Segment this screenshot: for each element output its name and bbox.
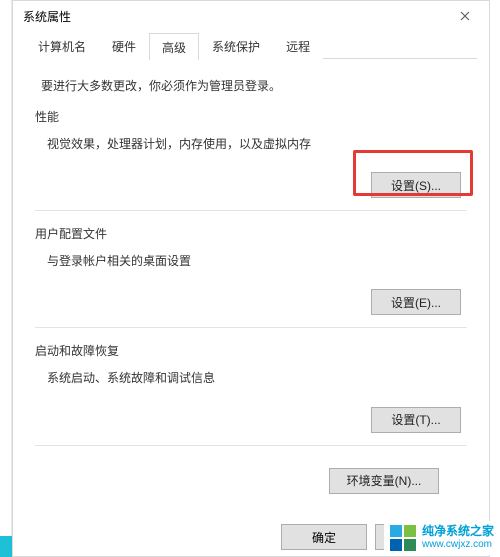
watermark-url: www.cwjxz.com	[422, 539, 494, 551]
tab-hardware[interactable]: 硬件	[99, 33, 149, 59]
group-startup-recovery-title: 启动和故障恢复	[35, 342, 467, 359]
group-performance: 性能 视觉效果，处理器计划，内存使用，以及虚拟内存 设置(S)...	[35, 108, 467, 211]
tabs: 计算机名 硬件 高级 系统保护 远程	[25, 31, 477, 59]
titlebar: 系统属性	[13, 1, 489, 31]
group-user-profiles: 用户配置文件 与登录帐户相关的桌面设置 设置(E)...	[35, 225, 467, 328]
tab-system-protection[interactable]: 系统保护	[199, 33, 273, 59]
admin-note: 要进行大多数更改，你必须作为管理员登录。	[35, 77, 467, 94]
user-profiles-settings-button[interactable]: 设置(E)...	[371, 289, 461, 315]
group-performance-title: 性能	[35, 108, 467, 125]
watermark: 纯净系统之家 www.cwjxz.com	[384, 521, 500, 555]
close-button[interactable]	[445, 3, 485, 29]
group-user-profiles-desc: 与登录帐户相关的桌面设置	[35, 246, 467, 271]
performance-settings-button[interactable]: 设置(S)...	[371, 172, 461, 198]
startup-recovery-settings-button[interactable]: 设置(T)...	[371, 407, 461, 433]
group-startup-recovery: 启动和故障恢复 系统启动、系统故障和调试信息 设置(T)...	[35, 342, 467, 445]
tab-computer-name[interactable]: 计算机名	[25, 33, 99, 59]
system-properties-dialog: 系统属性 计算机名 硬件 高级 系统保护 远程 要进行大多数更改，你必须作为管理…	[12, 0, 490, 557]
tab-advanced[interactable]: 高级	[149, 33, 199, 60]
dialog-title: 系统属性	[23, 8, 71, 25]
tab-content-advanced: 要进行大多数更改，你必须作为管理员登录。 性能 视觉效果，处理器计划，内存使用，…	[13, 59, 489, 506]
tab-remote[interactable]: 远程	[273, 33, 323, 59]
close-icon	[460, 11, 470, 21]
watermark-logo-icon	[390, 525, 416, 551]
ok-button[interactable]: 确定	[281, 524, 367, 550]
group-user-profiles-title: 用户配置文件	[35, 225, 467, 242]
environment-variables-button[interactable]: 环境变量(N)...	[329, 468, 439, 494]
watermark-name: 纯净系统之家	[422, 525, 494, 539]
group-startup-recovery-desc: 系统启动、系统故障和调试信息	[35, 363, 467, 388]
group-performance-desc: 视觉效果，处理器计划，内存使用，以及虚拟内存	[35, 129, 467, 154]
